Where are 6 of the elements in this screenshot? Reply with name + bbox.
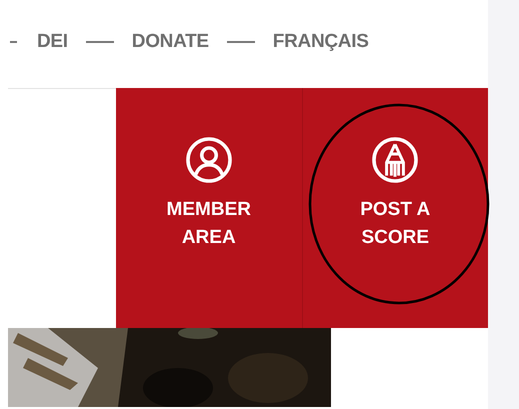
pencil-icon [371,136,420,184]
nav-link[interactable]: DEI [37,31,68,53]
nav-link[interactable]: FRANÇAIS [272,31,369,53]
nav-link[interactable]: DONATE [132,31,209,53]
user-icon [184,136,233,184]
tile-link[interactable]: MEMBER AREA [116,88,302,328]
